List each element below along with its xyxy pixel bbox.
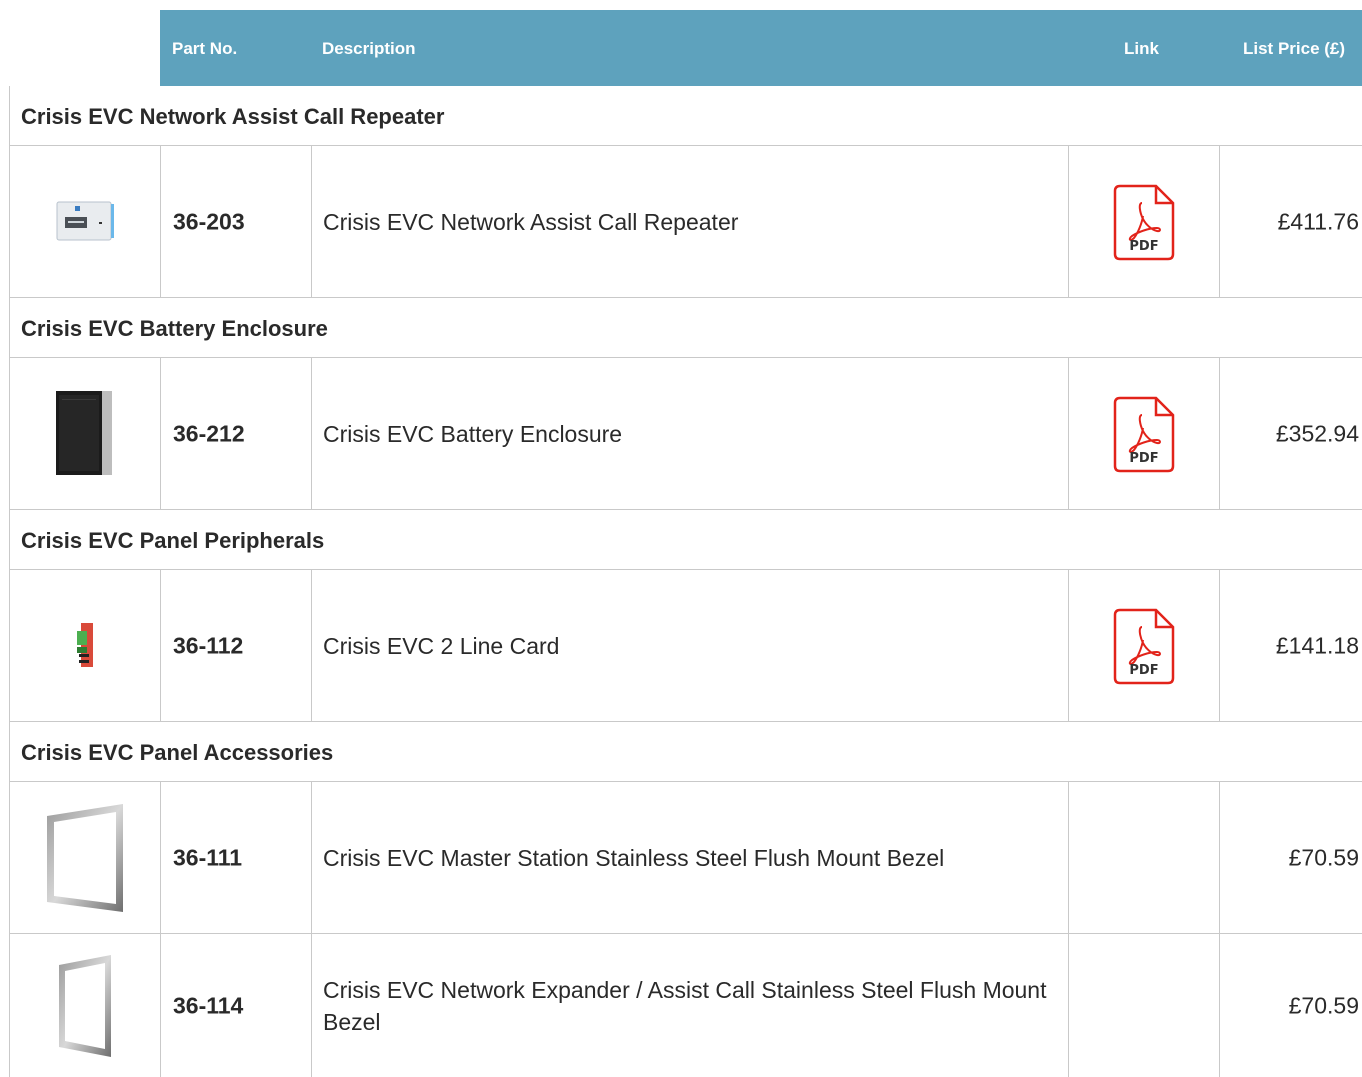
pdf-label: PDF xyxy=(1129,451,1158,466)
table-row: 36-114 Crisis EVC Network Expander / Ass… xyxy=(9,934,1362,1077)
description-cell: Crisis EVC Network Expander / Assist Cal… xyxy=(312,934,1069,1077)
product-image-cell xyxy=(10,570,161,721)
description-cell: Crisis EVC Network Assist Call Repeater xyxy=(312,146,1069,297)
section-header: Crisis EVC Panel Accessories xyxy=(9,722,1362,782)
pdf-download-icon[interactable]: PDF xyxy=(1112,607,1176,685)
link-cell xyxy=(1069,934,1220,1077)
part-number: 36-112 xyxy=(173,632,244,658)
table-row: 36-203 Crisis EVC Network Assist Call Re… xyxy=(9,146,1362,298)
part-number: 36-114 xyxy=(173,992,244,1018)
product-image-cell xyxy=(10,358,161,509)
price-cell: £141.18 xyxy=(1220,570,1362,721)
section-title: Crisis EVC Panel Accessories xyxy=(21,740,334,765)
circuit-card-icon xyxy=(77,622,93,667)
bezel-icon xyxy=(47,803,123,912)
table-header: Part No. Description Link List Price (£) xyxy=(9,10,1362,86)
price-cell: £70.59 xyxy=(1220,782,1362,933)
part-no-cell: 36-203 xyxy=(161,146,312,297)
table-row: 36-112 Crisis EVC 2 Line Card PDF £141.1… xyxy=(9,570,1362,722)
description-cell: Crisis EVC Master Station Stainless Stee… xyxy=(312,782,1069,933)
link-cell: PDF xyxy=(1069,358,1220,509)
part-no-cell: 36-212 xyxy=(161,358,312,509)
part-no-cell: 36-111 xyxy=(161,782,312,933)
section-title: Crisis EVC Panel Peripherals xyxy=(21,528,325,553)
wall-panel-icon xyxy=(56,201,114,240)
section-header: Crisis EVC Panel Peripherals xyxy=(9,510,1362,570)
product-description: Crisis EVC Network Expander / Assist Cal… xyxy=(323,976,1047,1035)
price-cell: £70.59 xyxy=(1220,934,1362,1077)
link-cell: PDF xyxy=(1069,570,1220,721)
pdf-download-icon[interactable]: PDF xyxy=(1112,395,1176,473)
price-cell: £411.76 xyxy=(1220,146,1362,297)
price-cell: £352.94 xyxy=(1220,358,1362,509)
product-image-cell xyxy=(10,146,161,297)
list-price: £352.94 xyxy=(1275,420,1359,446)
product-description: Crisis EVC Master Station Stainless Stee… xyxy=(323,844,945,871)
header-description: Description xyxy=(322,39,416,58)
list-price: £70.59 xyxy=(1288,992,1359,1018)
part-number: 36-212 xyxy=(173,420,245,446)
pdf-label: PDF xyxy=(1129,239,1158,254)
header-link: Link xyxy=(1124,39,1159,58)
section-header: Crisis EVC Network Assist Call Repeater xyxy=(9,86,1362,146)
link-cell xyxy=(1069,782,1220,933)
pdf-label: PDF xyxy=(1129,663,1158,678)
description-cell: Crisis EVC Battery Enclosure xyxy=(312,358,1069,509)
part-number: 36-111 xyxy=(173,844,243,870)
product-description: Crisis EVC Battery Enclosure xyxy=(323,420,623,447)
section-title: Crisis EVC Battery Enclosure xyxy=(21,316,328,341)
section-title: Crisis EVC Network Assist Call Repeater xyxy=(21,104,445,129)
enclosure-icon xyxy=(56,390,112,475)
table-row: 36-212 Crisis EVC Battery Enclosure PDF … xyxy=(9,358,1362,510)
description-cell: Crisis EVC 2 Line Card xyxy=(312,570,1069,721)
pdf-download-icon[interactable]: PDF xyxy=(1112,183,1176,261)
product-image-cell xyxy=(10,934,161,1077)
table-row: 36-111 Crisis EVC Master Station Stainle… xyxy=(9,782,1362,934)
header-list-price: List Price (£) xyxy=(1243,39,1346,58)
part-no-cell: 36-112 xyxy=(161,570,312,721)
part-number: 36-203 xyxy=(173,208,245,234)
list-price: £141.18 xyxy=(1275,632,1359,658)
link-cell: PDF xyxy=(1069,146,1220,297)
header-part-no: Part No. xyxy=(172,39,238,58)
product-description: Crisis EVC Network Assist Call Repeater xyxy=(323,208,739,235)
part-no-cell: 36-114 xyxy=(161,934,312,1077)
list-price: £411.76 xyxy=(1277,208,1359,234)
product-description: Crisis EVC 2 Line Card xyxy=(323,632,560,659)
product-image-cell xyxy=(10,782,161,933)
section-header: Crisis EVC Battery Enclosure xyxy=(9,298,1362,358)
header-blank-cell xyxy=(9,10,160,86)
bezel-icon xyxy=(59,954,111,1057)
list-price: £70.59 xyxy=(1288,844,1359,870)
